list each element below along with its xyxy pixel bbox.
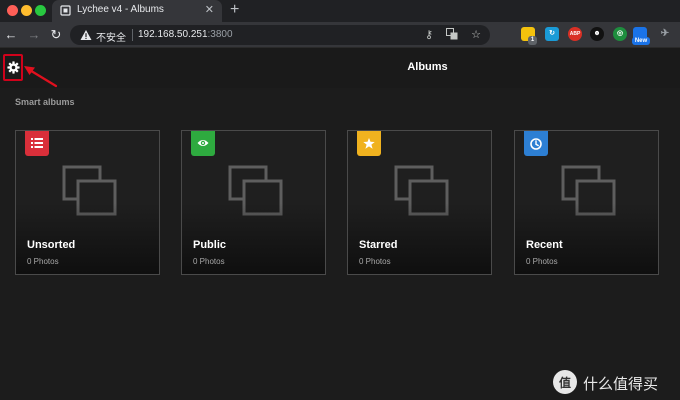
back-arrow-icon[interactable]: ← [3, 27, 19, 43]
clock-icon [530, 138, 542, 150]
album-title: Public [193, 239, 227, 251]
bookmark-star-icon[interactable]: ☆ [469, 28, 483, 42]
section-label-smart-albums: Smart albums [15, 97, 75, 107]
extension-avatar-icon[interactable]: ☻ [590, 27, 604, 41]
extension-badge: 1 [528, 36, 537, 45]
album-badge [25, 131, 49, 156]
browser-window: Lychee v4 - Albums ✕ + ← → ↻ 不安全 192.168… [0, 0, 680, 400]
album-title: Starred [359, 239, 398, 251]
security-status-label[interactable]: 不安全 [96, 29, 126, 44]
watermark-text: 什么值得买 [583, 375, 659, 393]
maximize-window-button[interactable] [35, 5, 46, 16]
minimize-window-button[interactable] [21, 5, 32, 16]
page-title: Albums [407, 61, 448, 73]
tab-strip: Lychee v4 - Albums ✕ + [0, 0, 680, 22]
album-badge [357, 131, 381, 156]
new-tab-button[interactable]: + [230, 0, 239, 20]
lychee-favicon-icon [60, 5, 71, 16]
extension-sync-icon[interactable]: ↻ [545, 27, 559, 41]
album-badge [191, 131, 215, 156]
album-content: Smart albums Unsorted 0 Photos Public 0 … [0, 88, 680, 400]
forward-arrow-icon[interactable]: → [26, 27, 42, 43]
album-card-public[interactable]: Public 0 Photos [181, 130, 326, 275]
tab-title: Lychee v4 - Albums [77, 4, 164, 15]
extension-new-badge: New [632, 37, 650, 45]
album-photo-count: 0 Photos [526, 257, 558, 266]
album-photo-count: 0 Photos [27, 257, 59, 266]
eye-icon [197, 140, 209, 146]
album-title: Recent [526, 239, 563, 251]
album-title: Unsorted [27, 239, 76, 251]
warning-triangle-icon [80, 30, 92, 40]
tab-close-icon[interactable]: ✕ [205, 3, 214, 16]
browser-toolbar: ← → ↻ 不安全 192.168.50.251:3800 ⚷ ☆ 1 ↻ AB… [0, 22, 680, 48]
album-card-starred[interactable]: Starred 0 Photos [347, 130, 492, 275]
omnibox-divider [132, 29, 133, 41]
extension-puzzle-icon[interactable]: ✈ [658, 27, 672, 41]
url-port: :3800 [207, 29, 233, 40]
tab-lychee[interactable]: Lychee v4 - Albums ✕ [52, 0, 222, 22]
album-card-recent[interactable]: Recent 0 Photos [514, 130, 659, 275]
key-icon[interactable]: ⚷ [422, 28, 436, 42]
annotation-arrow-icon [24, 66, 58, 88]
translate-icon[interactable] [445, 28, 459, 42]
album-photo-count: 0 Photos [193, 257, 225, 266]
star-icon [363, 138, 375, 149]
extension-globe-icon[interactable]: ◎ [613, 27, 627, 41]
album-photo-count: 0 Photos [359, 257, 391, 266]
url-host: 192.168.50.251 [138, 29, 208, 40]
album-badge [524, 131, 548, 156]
close-window-button[interactable] [7, 5, 18, 16]
address-bar[interactable]: 不安全 192.168.50.251:3800 ⚷ ☆ [70, 25, 490, 45]
watermark-logo: 值 [553, 370, 577, 394]
list-icon [31, 138, 43, 148]
adblock-plus-icon[interactable]: ABP [568, 27, 582, 41]
watermark-logo-char: 值 [558, 376, 571, 390]
url-text[interactable]: 192.168.50.251:3800 [138, 29, 233, 40]
app-header: Albums [0, 48, 680, 88]
album-card-unsorted[interactable]: Unsorted 0 Photos [15, 130, 160, 275]
reload-icon[interactable]: ↻ [48, 27, 64, 43]
